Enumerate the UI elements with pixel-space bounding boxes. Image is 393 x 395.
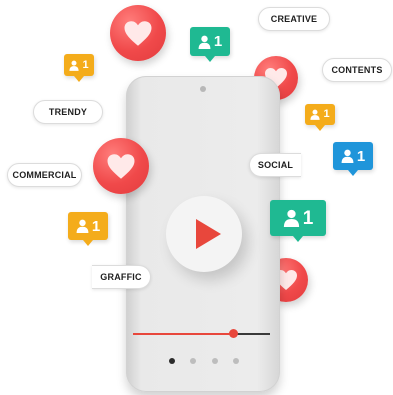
tag-contents[interactable]: CONTENTS bbox=[322, 58, 392, 82]
user-icon bbox=[198, 35, 211, 49]
like-heart-top[interactable] bbox=[110, 5, 166, 61]
tag-graffic[interactable]: GRAFFIC bbox=[92, 265, 151, 289]
phone-camera bbox=[200, 86, 206, 92]
page-dot[interactable] bbox=[212, 358, 218, 364]
user-icon bbox=[283, 209, 299, 227]
video-progress-knob[interactable] bbox=[229, 329, 238, 338]
tag-label: TRENDY bbox=[48, 107, 88, 117]
follower-count: 1 bbox=[323, 108, 330, 120]
follower-count: 1 bbox=[82, 58, 89, 71]
page-dot[interactable] bbox=[190, 358, 196, 364]
follower-badge-orange-right: 1 bbox=[305, 104, 335, 131]
tag-label: CREATIVE bbox=[270, 14, 318, 24]
follower-count: 1 bbox=[356, 147, 366, 165]
tag-commercial[interactable]: COMMERCIAL bbox=[7, 163, 82, 187]
tag-label: GRAFFIC bbox=[100, 272, 142, 282]
user-icon bbox=[76, 219, 89, 233]
follower-count: 1 bbox=[302, 207, 314, 229]
follower-badge-teal-top: 1 bbox=[190, 27, 230, 62]
page-dot[interactable] bbox=[169, 358, 175, 364]
tag-social[interactable]: SOCIAL bbox=[249, 153, 301, 177]
video-progress-fill bbox=[133, 333, 233, 335]
page-dot[interactable] bbox=[233, 358, 239, 364]
tag-label: COMMERCIAL bbox=[12, 170, 77, 180]
follower-count: 1 bbox=[213, 33, 223, 50]
heart-icon bbox=[124, 20, 152, 46]
like-heart-left[interactable] bbox=[93, 138, 149, 194]
user-icon bbox=[69, 60, 80, 71]
tag-creative[interactable]: CREATIVE bbox=[258, 7, 330, 31]
play-button[interactable] bbox=[166, 196, 242, 272]
follower-count: 1 bbox=[91, 217, 101, 235]
follower-badge-teal-big: 1 bbox=[270, 200, 326, 242]
user-icon bbox=[310, 109, 321, 120]
heart-icon bbox=[107, 153, 135, 179]
follower-badge-orange-left-mid: 1 bbox=[68, 212, 108, 246]
user-icon bbox=[341, 149, 354, 163]
tag-label: SOCIAL bbox=[257, 160, 294, 170]
tag-label: CONTENTS bbox=[331, 65, 383, 75]
tag-trendy[interactable]: TRENDY bbox=[33, 100, 103, 124]
follower-badge-blue-right: 1 bbox=[333, 142, 373, 176]
follower-badge-orange-left-top: 1 bbox=[64, 54, 94, 82]
